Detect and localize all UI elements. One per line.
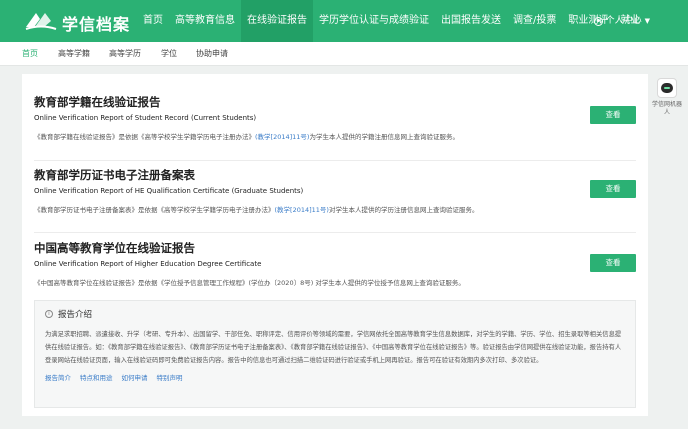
link-report-intro[interactable]: 报告简介 (45, 372, 71, 382)
intro-title: 报告介绍 (58, 310, 93, 320)
sub-navigation: 首页 高等学籍 高等学历 学位 协助申请 (0, 42, 688, 66)
user-icon (593, 16, 603, 26)
nav-higher-education-info[interactable]: 高等教育信息 (169, 0, 241, 42)
nav-online-verification[interactable]: 在线验证报告 (241, 0, 313, 42)
section-divider (34, 232, 636, 233)
nav-home[interactable]: 首页 (137, 0, 169, 42)
view-button[interactable]: 查看 (590, 106, 636, 124)
report-student-record: 教育部学籍在线验证报告 Online Verification Report o… (34, 94, 636, 141)
robot-label: 学信网机器人 (652, 101, 683, 116)
report-degree: 中国高等教育学位在线验证报告 Online Verification Repor… (34, 240, 636, 287)
subnav-degree[interactable]: 学位 (161, 42, 177, 66)
subnav-home[interactable]: 首页 (22, 42, 38, 66)
report-subtitle: Online Verification Report of Higher Edu… (34, 260, 262, 268)
logo-book-icon (25, 13, 57, 30)
report-introduction-box: i 报告介绍 为满足求职招聘、派遣接收、升学（考研、专升本）、出国留学、干部任免… (34, 300, 636, 408)
report-description: 《教育部学籍在线验证报告》是依据《高等学校学生学籍学历电子注册办法》(教学[20… (34, 133, 459, 141)
top-navigation-bar: 学信档案 首页 高等教育信息 在线验证报告 学历学位认证与成绩验证 出国报告发送… (0, 0, 688, 42)
info-icon: i (45, 310, 53, 318)
user-center-label: 个人中心 (605, 16, 642, 26)
report-description: 《教育部学历证书电子注册备案表》是依据《高等学校学生学籍学历电子注册办法》(教学… (34, 206, 479, 214)
report-subtitle: Online Verification Report of Student Re… (34, 114, 257, 122)
logo-text: 学信档案 (62, 15, 131, 34)
regulation-link[interactable]: (教学[2014]11号) (255, 133, 309, 141)
chevron-down-icon: ▼ (644, 17, 650, 25)
link-how-to-apply[interactable]: 如何申请 (122, 372, 148, 382)
chat-robot-widget[interactable]: 学信网机器人 (652, 78, 682, 117)
robot-icon (657, 78, 677, 98)
nav-degree-certification[interactable]: 学历学位认证与成绩验证 (313, 0, 435, 42)
link-special-statement[interactable]: 特别声明 (157, 372, 183, 382)
intro-body: 为满足求职招聘、派遣接收、升学（考研、专升本）、出国留学、干部任免、职称评定、信… (45, 331, 622, 364)
main-content-panel: 教育部学籍在线验证报告 Online Verification Report o… (22, 74, 648, 416)
link-features-uses[interactable]: 特点和用途 (80, 372, 113, 382)
report-title: 教育部学历证书电子注册备案表 (34, 168, 195, 182)
nav-overseas-report[interactable]: 出国报告发送 (435, 0, 507, 42)
view-button[interactable]: 查看 (590, 180, 636, 198)
report-subtitle: Online Verification Report of HE Qualifi… (34, 187, 304, 195)
report-qualification-certificate: 教育部学历证书电子注册备案表 Online Verification Repor… (34, 167, 636, 214)
subnav-student-record[interactable]: 高等学籍 (58, 42, 90, 66)
report-title: 教育部学籍在线验证报告 (34, 95, 161, 109)
nav-survey-vote[interactable]: 调查/投票 (507, 0, 562, 42)
report-title: 中国高等教育学位在线验证报告 (34, 241, 195, 255)
site-logo[interactable]: 学信档案 (24, 9, 134, 34)
regulation-link[interactable]: (教学[2014]11号) (275, 206, 329, 214)
report-description: 《中国高等教育学位在线验证报告》是依据《学位授予信息管理工作规程》(学位办〔20… (34, 279, 465, 287)
subnav-assist-apply[interactable]: 协助申请 (196, 42, 228, 66)
view-button[interactable]: 查看 (590, 254, 636, 272)
intro-header: i 报告介绍 (45, 308, 625, 320)
intro-links: 报告简介 特点和用途 如何申请 特别声明 (45, 372, 625, 382)
section-divider (34, 160, 636, 161)
subnav-qualification[interactable]: 高等学历 (109, 42, 141, 66)
user-center-menu[interactable]: 个人中心 ▼ (593, 0, 650, 42)
main-nav: 首页 高等教育信息 在线验证报告 学历学位认证与成绩验证 出国报告发送 调查/投… (137, 0, 646, 42)
